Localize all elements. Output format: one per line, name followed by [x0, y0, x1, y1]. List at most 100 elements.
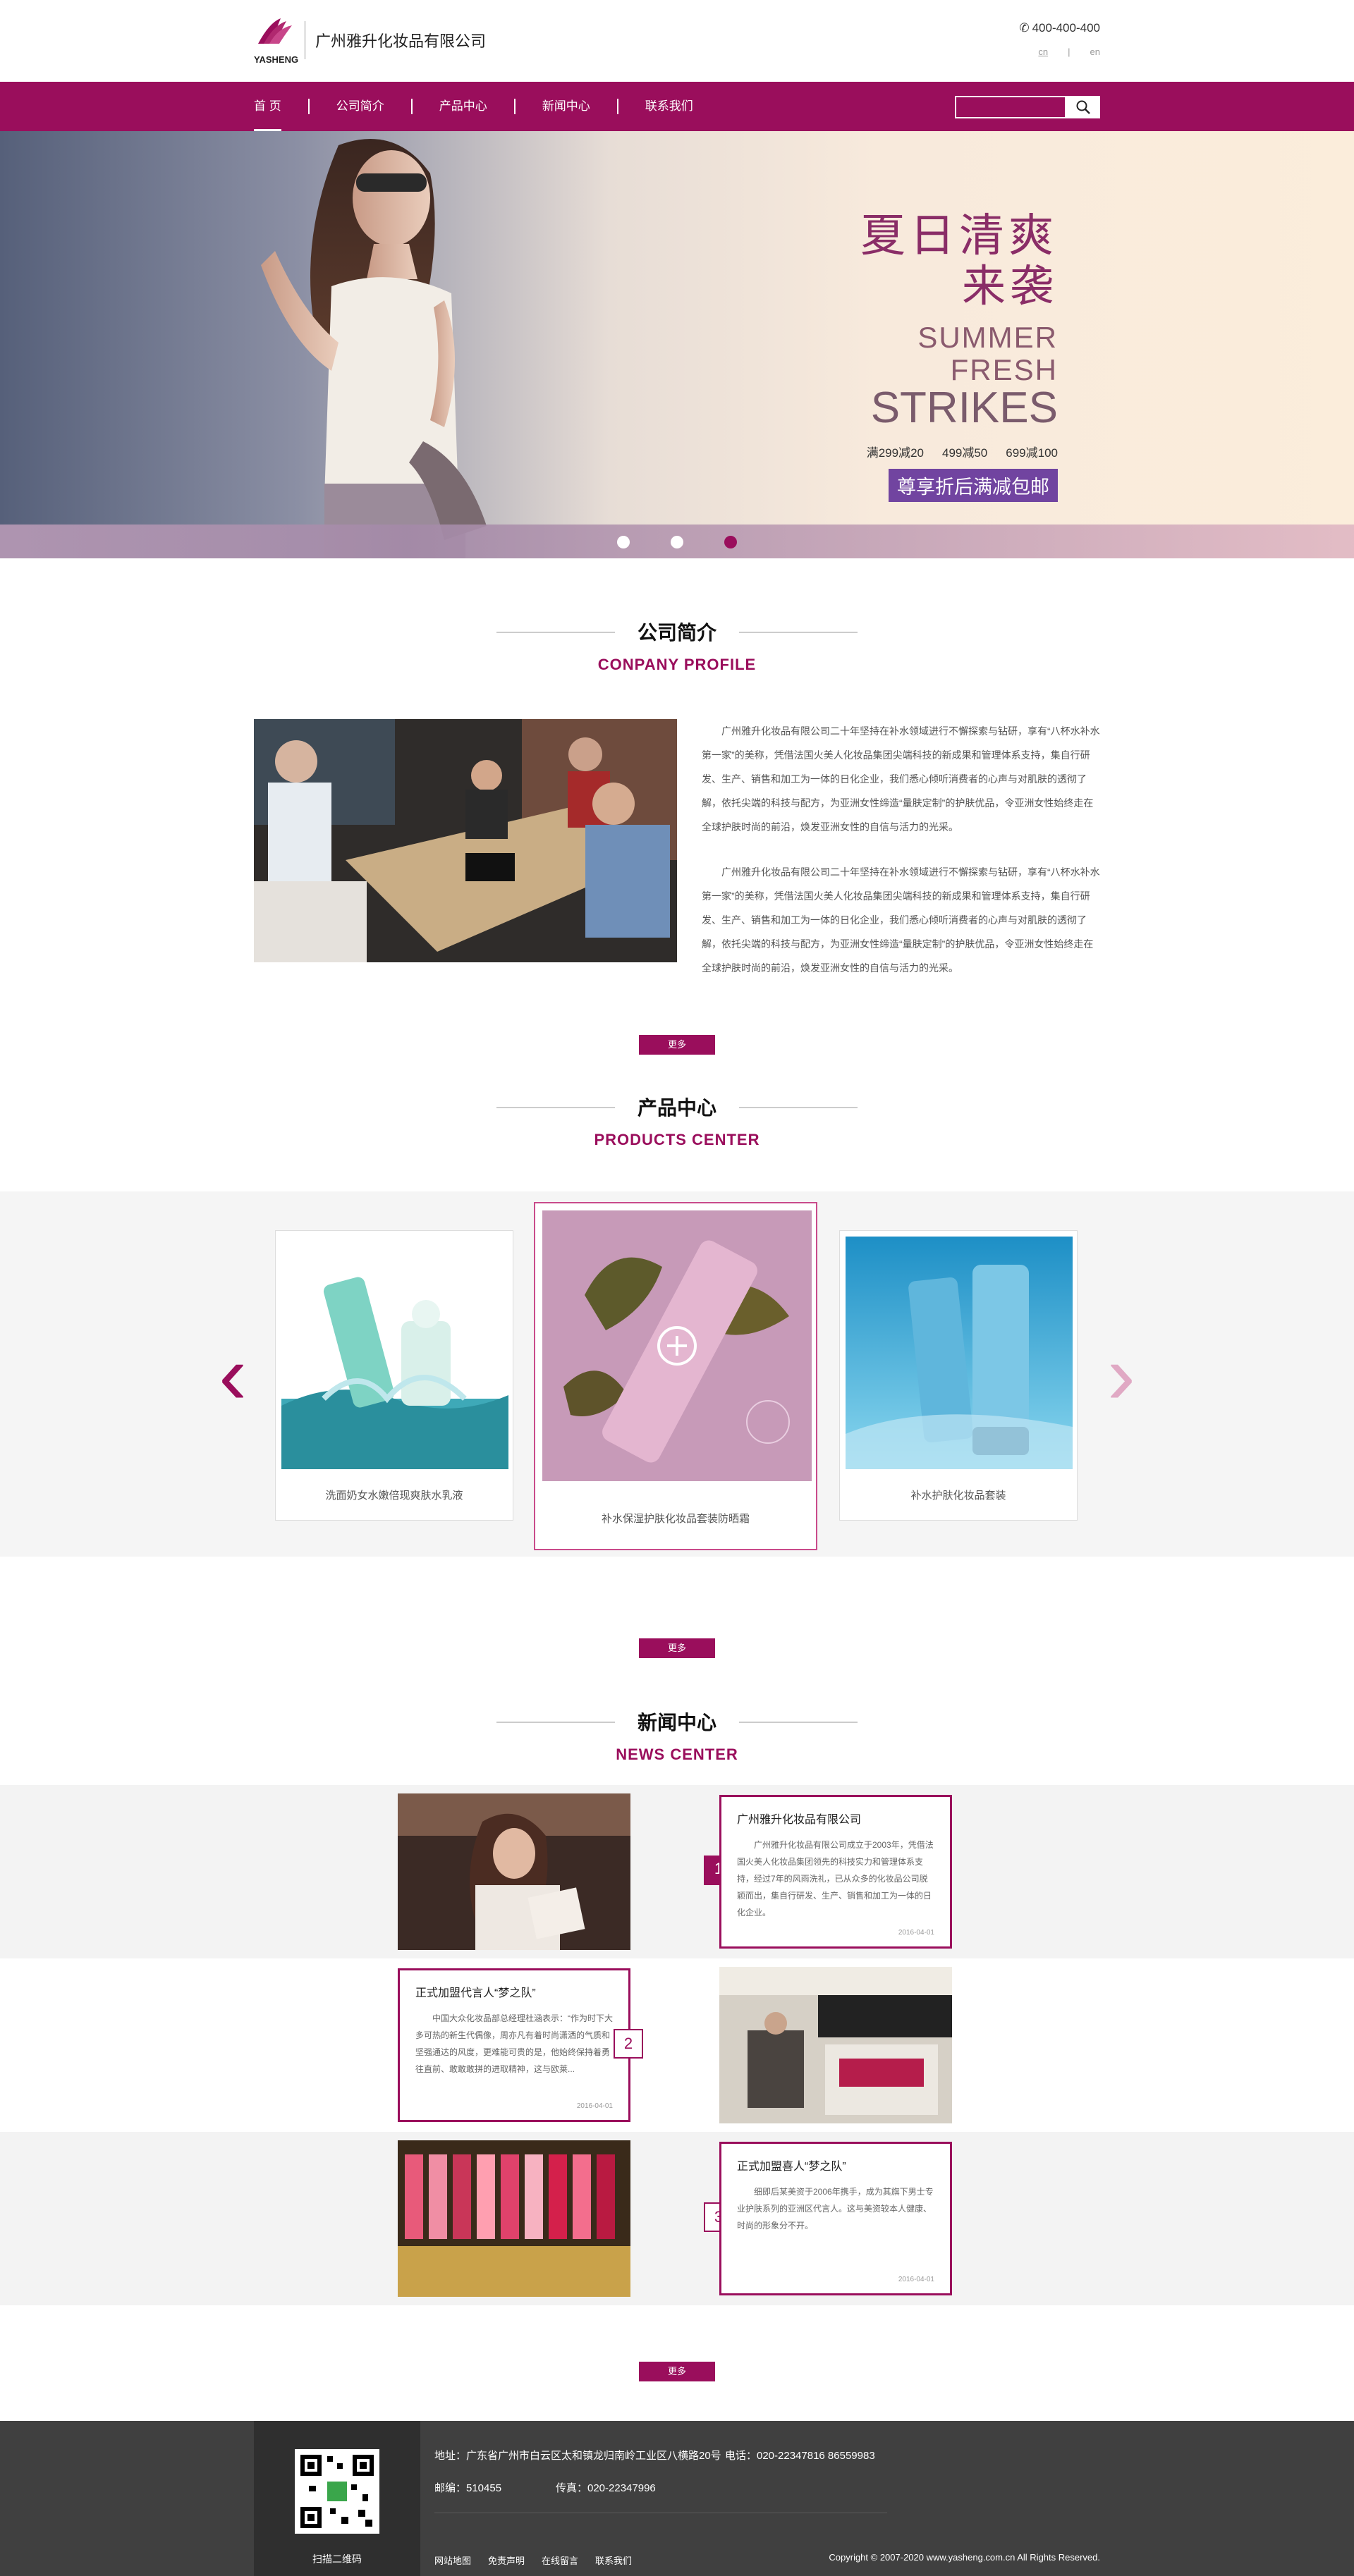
title-line [496, 1107, 615, 1108]
news-title-cn: 新闻中心 [637, 1712, 716, 1734]
news-date: 2016-04-01 [898, 2276, 934, 2283]
footer-link-contact[interactable]: 联系我们 [595, 2553, 632, 2567]
product-image [846, 1237, 1073, 1469]
lang-separator: | [1068, 47, 1071, 57]
products-title-cn: 产品中心 [637, 1097, 716, 1119]
about-more-button[interactable]: 更多 [639, 1035, 715, 1055]
news-card[interactable]: 广州雅升化妆品有限公司 广州雅升化妆品有限公司成立于2003年，凭借法国火美人化… [719, 1795, 952, 1949]
lang-en-link[interactable]: en [1090, 47, 1100, 57]
about-paragraph-2: 广州雅升化妆品有限公司二十年坚持在补水领域进行不懈探索与钻研，享有“八杯水补水第… [702, 866, 1100, 974]
about-meeting-photo [254, 719, 677, 962]
title-line [496, 632, 615, 633]
promo-item: 满299减20 [866, 446, 924, 460]
nav-separator [307, 99, 310, 114]
language-switch: cn | en [1038, 47, 1100, 57]
news-image[interactable] [719, 1967, 952, 2123]
nav-separator [513, 99, 516, 114]
title-line [496, 1722, 615, 1723]
promo-item: 699减100 [1006, 446, 1058, 460]
model-image [261, 139, 487, 558]
news-section: 新闻中心 NEWS CENTER 1 广州雅升化妆品有限公司 广州雅升化妆品有限… [0, 1707, 1354, 2381]
nav-news[interactable]: 新闻中心 [542, 82, 590, 131]
news-date: 2016-04-01 [576, 2102, 613, 2110]
banner-cta[interactable]: 尊享折后满减包邮 [889, 469, 1058, 502]
product-card-active[interactable]: 补水保湿护肤化妆品套装防晒霜 [534, 1202, 817, 1550]
about-title-cn: 公司简介 [637, 622, 716, 644]
hero-banner: 夏日清爽 来袭 SUMMER FRESH STRIKES 满299减20 499… [0, 131, 1354, 558]
product-name: 补水护肤化妆品套装 [910, 1490, 1006, 1502]
slider-dot-2[interactable] [671, 536, 683, 548]
copyright: Copyright © 2007-2020 www.yasheng.com.cn… [829, 2552, 1100, 2563]
news-row: 正式加盟代言人“梦之队” 中国大众化妆品部总经理杜涵表示：“作为时下大多可热的新… [0, 1958, 1354, 2132]
news-card[interactable]: 正式加盟喜人“梦之队” 细即后某美资于2006年携手，成为其旗下男士专业护肤系列… [719, 2142, 952, 2295]
products-title: 产品中心 PRODUCTS CENTER [0, 1093, 1354, 1149]
footer-qr-panel: 扫描二维码 [254, 2421, 420, 2576]
title-line [739, 632, 858, 633]
product-name: 洗面奶女水嫩倍现爽肤水乳液 [325, 1490, 463, 1502]
site-header: YASHENG 广州雅升化妆品有限公司 ✆ 400-400-400 cn | e… [0, 0, 1354, 82]
news-title: 新闻中心 NEWS CENTER [0, 1707, 1354, 1764]
news-title: 正式加盟喜人“梦之队” [737, 2161, 846, 2173]
carousel-next-arrow[interactable]: › [1100, 1332, 1142, 1417]
nav-products[interactable]: 产品中心 [439, 82, 487, 131]
site-footer: 扫描二维码 地址：广东省广州市白云区太和镇龙归南岭工业区八横路20号 电话：02… [0, 2421, 1354, 2576]
news-row: 3 正式加盟喜人“梦之队” 细即后某美资于2006年携手，成为其旗下男士专业护肤… [0, 2132, 1354, 2305]
search-button[interactable] [1066, 96, 1100, 118]
news-title: 正式加盟代言人“梦之队” [415, 1987, 536, 1999]
product-card[interactable]: 洗面奶女水嫩倍现爽肤水乳液 [275, 1230, 513, 1521]
footer-address: 地址：广东省广州市白云区太和镇龙归南岭工业区八横路20号 [434, 2450, 721, 2462]
slider-dot-1[interactable] [617, 536, 630, 548]
banner-line-2: 来袭 [961, 262, 1058, 311]
title-line [739, 1722, 858, 1723]
product-image [281, 1237, 508, 1469]
footer-phone: 电话：020-22347816 86559983 [725, 2450, 875, 2462]
news-date: 2016-04-01 [898, 1929, 934, 1937]
title-line [739, 1107, 858, 1108]
hotline: ✆ 400-400-400 [1019, 21, 1100, 35]
footer-link-message[interactable]: 在线留言 [542, 2553, 578, 2567]
about-text: 广州雅升化妆品有限公司二十年坚持在补水领域进行不懈探索与钻研，享有“八杯水补水第… [702, 719, 1100, 980]
about-paragraph-1: 广州雅升化妆品有限公司二十年坚持在补水领域进行不懈探索与钻研，享有“八杯水补水第… [702, 725, 1100, 833]
banner-line-5: STRIKES [870, 384, 1058, 432]
footer-postcode: 邮编：510455 [434, 2482, 502, 2494]
carousel-prev-arrow[interactable]: ‹ [212, 1332, 254, 1417]
news-more-button[interactable]: 更多 [639, 2362, 715, 2381]
footer-fax: 传真：020-22347996 [556, 2482, 656, 2494]
news-card[interactable]: 正式加盟代言人“梦之队” 中国大众化妆品部总经理杜涵表示：“作为时下大多可热的新… [398, 1968, 630, 2122]
search-input[interactable] [955, 96, 1066, 118]
news-row: 1 广州雅升化妆品有限公司 广州雅升化妆品有限公司成立于2003年，凭借法国火美… [0, 1785, 1354, 1958]
lang-cn-link[interactable]: cn [1038, 47, 1048, 57]
promo-item: 499减50 [941, 446, 988, 460]
news-image[interactable] [398, 1793, 630, 1950]
footer-link-sitemap[interactable]: 网站地图 [434, 2553, 471, 2567]
logo-mark: YASHENG [254, 16, 298, 65]
qr-label: 扫描二维码 [312, 2553, 362, 2565]
promo-list: 满299减20 499减50 699减100 [860, 443, 1058, 460]
logo-text-en: YASHENG [254, 54, 299, 65]
news-desc: 广州雅升化妆品有限公司成立于2003年，凭借法国火美人化妆品集团领先的科技实力和… [737, 1840, 934, 1918]
nav-contact[interactable]: 联系我们 [645, 82, 693, 131]
hotline-number: 400-400-400 [1032, 21, 1100, 35]
products-title-en: PRODUCTS CENTER [594, 1131, 760, 1148]
main-nav: 首 页 公司简介 产品中心 新闻中心 联系我们 [0, 82, 1354, 131]
slider-dot-3[interactable] [724, 536, 737, 548]
nav-separator [616, 99, 618, 114]
footer-links: 网站地图 免责声明 在线留言 联系我们 [434, 2553, 632, 2567]
nav-home[interactable]: 首 页 [254, 82, 281, 131]
news-image[interactable] [398, 2140, 630, 2297]
banner-line-4: FRESH [950, 353, 1058, 386]
qr-code [295, 2449, 379, 2534]
about-section: 公司简介 CONPANY PROFILE 广州雅升化妆品有限公司二十年坚持在补水… [0, 558, 1354, 1055]
news-number: 2 [614, 2029, 643, 2059]
search-icon [1076, 100, 1090, 114]
news-desc: 细即后某美资于2006年携手，成为其旗下男士专业护肤系列的亚洲区代言人。这与美资… [737, 2187, 934, 2231]
products-more-button[interactable]: 更多 [639, 1638, 715, 1658]
product-image [542, 1210, 812, 1481]
logo[interactable]: YASHENG 广州雅升化妆品有限公司 [254, 16, 486, 65]
nav-about[interactable]: 公司简介 [336, 82, 384, 131]
footer-link-disclaimer[interactable]: 免责声明 [488, 2553, 525, 2567]
nav-separator [410, 99, 413, 114]
banner-headline: 夏日清爽 来袭 SUMMER FRESH STRIKES 满299减20 499… [860, 209, 1058, 502]
product-card[interactable]: 补水护肤化妆品套装 [839, 1230, 1078, 1521]
slider-dots [0, 536, 1354, 548]
